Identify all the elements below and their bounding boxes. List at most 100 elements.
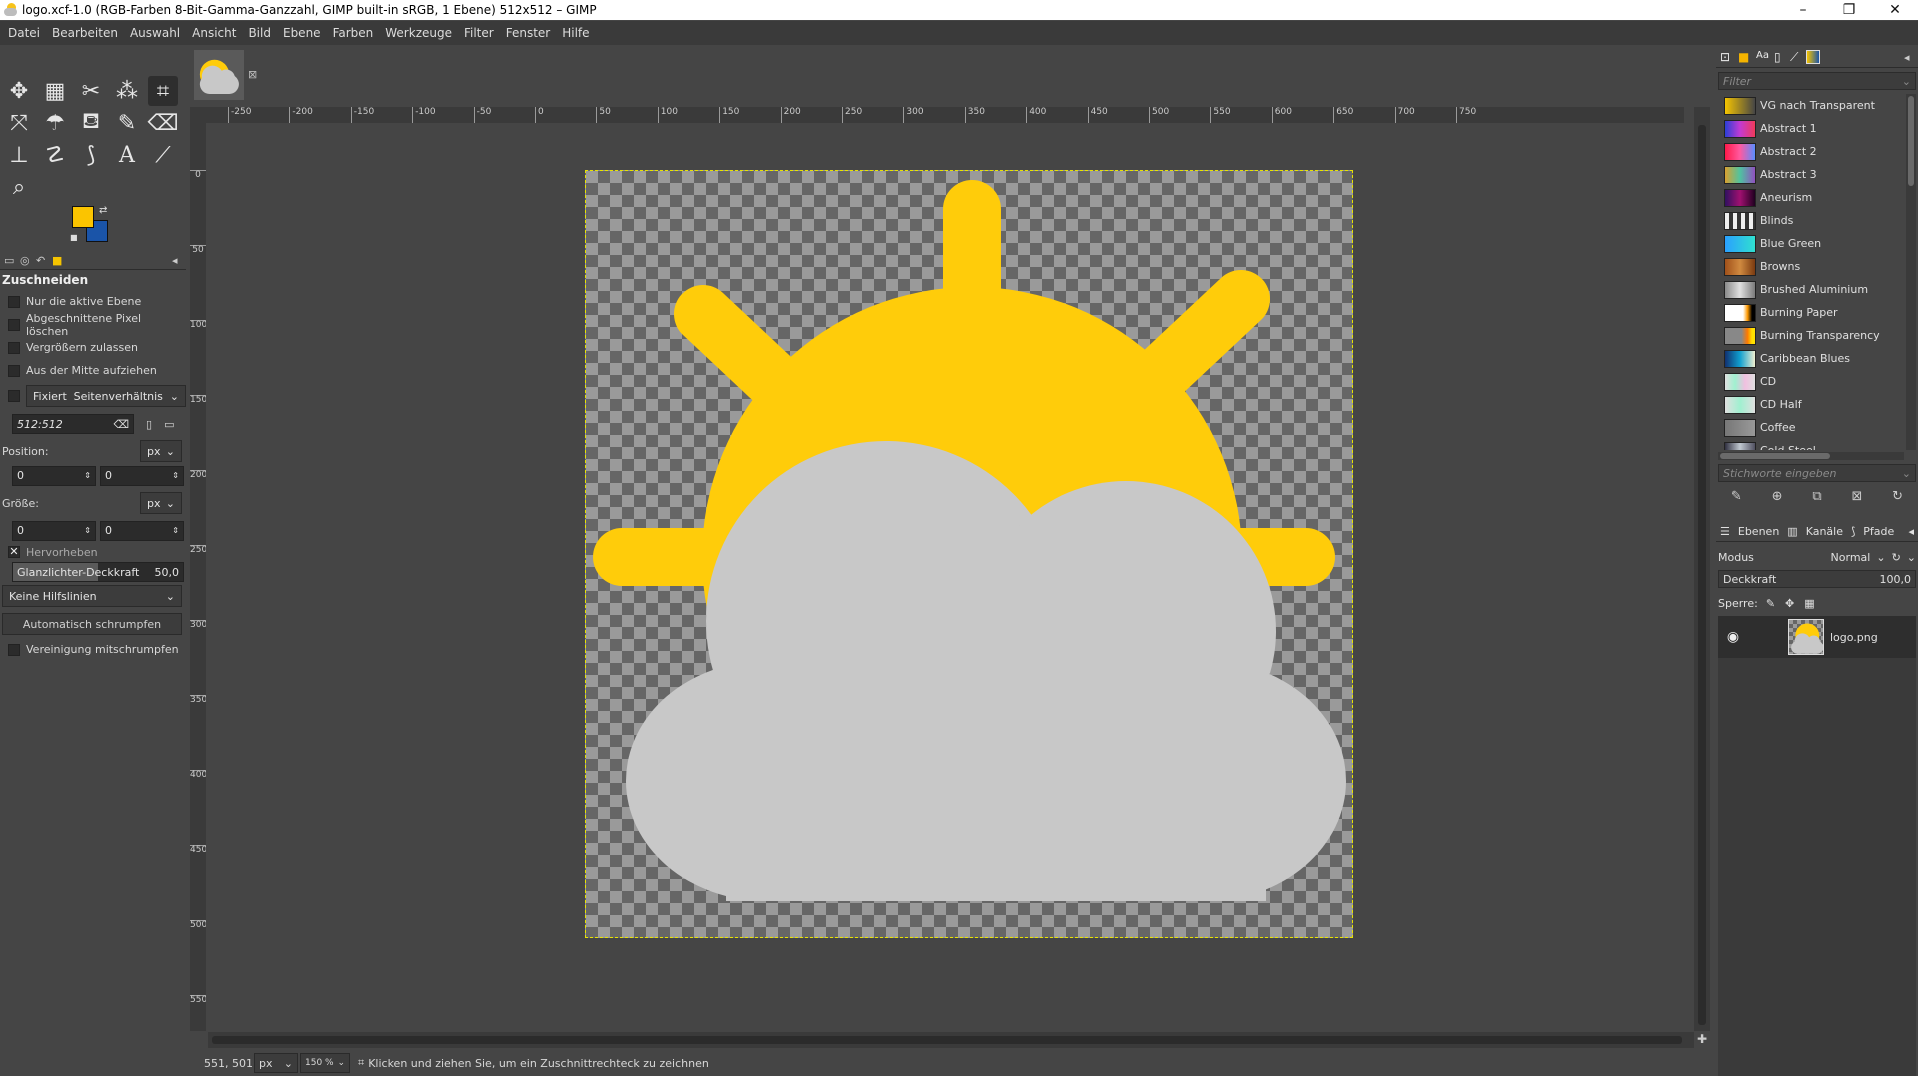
auto-shrink-button[interactable]: Automatisch schrumpfen [2, 613, 182, 635]
close-button[interactable]: ✕ [1872, 0, 1918, 20]
highlight-opacity-slider[interactable]: Glanzlichter-Deckkraft 50,0 [12, 562, 184, 582]
maximize-button[interactable]: ❐ [1826, 0, 1872, 20]
tab-layers[interactable]: Ebenen [1734, 525, 1783, 538]
only-active-layer-checkbox[interactable] [8, 295, 20, 308]
reset-mode-icon[interactable]: ↻ [1892, 551, 1901, 564]
fuzzy-select-tool-icon[interactable]: ⁂ [112, 76, 142, 106]
fixed-checkbox[interactable] [8, 390, 20, 402]
horizontal-ruler[interactable]: -250 -200 -150 -100 -50 0 50 100 150 200 250 300 350… [208, 107, 1684, 123]
menu-farben[interactable]: Farben [327, 26, 380, 40]
menu-ansicht[interactable]: Ansicht [186, 26, 242, 40]
gradient-item[interactable]: VG nach Transparent [1718, 94, 1904, 117]
spin-arrows-icon[interactable]: ⇕ [84, 526, 91, 535]
size-unit-dropdown[interactable]: px ⌄ [140, 492, 182, 514]
unified-transform-tool-icon[interactable]: ⤧ [4, 108, 34, 138]
gradient-tags-input[interactable]: Stichworte eingeben ⌄ [1718, 464, 1916, 482]
vertical-ruler[interactable]: 050100150200250300350400450500550600 [190, 123, 206, 1031]
undo-history-tab-icon[interactable]: ↶ [36, 254, 50, 267]
gradient-item[interactable]: Abstract 2 [1718, 140, 1904, 163]
color-picker-tool-icon[interactable]: ⟋ [148, 140, 178, 170]
gradient-item[interactable]: Burning Transparency [1718, 324, 1904, 347]
brushes-tab-icon[interactable]: ⊡ [1720, 50, 1730, 64]
panel-menu-icon[interactable]: ◂ [172, 254, 186, 267]
tab-channels[interactable]: Kanäle [1802, 525, 1847, 538]
bucket-fill-tool-icon[interactable]: ⛾ [76, 108, 106, 138]
device-status-tab-icon[interactable]: ◎ [20, 254, 34, 267]
delete-cropped-checkbox[interactable] [8, 318, 20, 331]
position-unit-dropdown[interactable]: px ⌄ [140, 440, 182, 462]
guides-dropdown[interactable]: Keine Hilfslinien ⌄ [2, 585, 182, 607]
gradient-item[interactable]: Cold Steel [1718, 439, 1904, 450]
chevron-down-icon[interactable]: ⌄ [1907, 551, 1916, 564]
lock-alpha-icon[interactable]: ▦ [1804, 597, 1814, 610]
spin-arrows-icon[interactable]: ⇕ [84, 471, 91, 480]
eraser-tool-icon[interactable]: ⌫ [147, 108, 178, 138]
size-h-input[interactable]: 0 ⇕ [100, 520, 184, 541]
foreground-color-swatch[interactable] [72, 206, 94, 228]
canvas-area[interactable] [208, 123, 1684, 1031]
documents-tab-icon[interactable]: ▯ [1774, 50, 1781, 64]
tab-paths[interactable]: Pfade [1859, 525, 1898, 538]
layer-opacity-slider[interactable]: Deckkraft 100,0 [1718, 570, 1916, 588]
gradient-list-scrollbar[interactable] [1906, 94, 1916, 450]
menu-auswahl[interactable]: Auswahl [124, 26, 186, 40]
gradient-list-hscrollbar[interactable] [1718, 452, 1904, 460]
chevron-down-icon[interactable]: ⌄ [1876, 551, 1885, 564]
menu-ebene[interactable]: Ebene [277, 26, 327, 40]
vertical-scrollbar[interactable] [1694, 107, 1710, 1031]
portrait-icon[interactable]: ▯ [146, 418, 152, 431]
horizontal-scrollbar[interactable] [208, 1032, 1694, 1048]
menu-hilfe[interactable]: Hilfe [556, 26, 595, 40]
menu-bearbeiten[interactable]: Bearbeiten [46, 26, 124, 40]
move-tool-icon[interactable]: ✥ [4, 76, 34, 106]
position-x-input[interactable]: 0 ⇕ [12, 465, 96, 486]
images-tab-icon[interactable]: ■ [52, 254, 66, 267]
unit-dropdown[interactable]: px ⌄ [254, 1053, 298, 1073]
swap-colors-icon[interactable]: ⇄ [99, 205, 107, 216]
close-image-tab-icon[interactable]: ⊠ [248, 68, 257, 81]
edit-gradient-icon[interactable]: ✎ [1731, 489, 1742, 504]
crop-tool-icon[interactable]: ⌗ [148, 76, 178, 106]
allow-growing-checkbox[interactable] [8, 341, 20, 354]
smudge-tool-icon[interactable]: ☡ [40, 140, 70, 170]
minimize-button[interactable]: – [1780, 0, 1826, 20]
highlight-checkbox[interactable]: ✕ [8, 546, 20, 558]
clear-icon[interactable]: ⌫ [113, 418, 129, 431]
refresh-gradients-icon[interactable]: ↻ [1892, 489, 1903, 504]
tool-options-tab-icon[interactable]: ▭ [4, 254, 18, 267]
image-canvas[interactable] [585, 170, 1353, 938]
navigate-icon[interactable]: ✚ [1694, 1032, 1710, 1048]
dynamics-tab-icon[interactable]: ⟋ [1790, 50, 1798, 65]
menu-bild[interactable]: Bild [242, 26, 277, 40]
lock-pixels-icon[interactable]: ✎ [1766, 597, 1775, 610]
gradient-item[interactable]: CD [1718, 370, 1904, 393]
paintbrush-tool-icon[interactable]: ✎ [112, 108, 142, 138]
expand-center-checkbox[interactable] [8, 364, 20, 377]
layer-name[interactable]: logo.png [1830, 631, 1878, 644]
reset-colors-icon[interactable]: ■ [70, 233, 78, 242]
scissors-select-tool-icon[interactable]: ✂ [76, 76, 106, 106]
position-y-input[interactable]: 0 ⇕ [100, 465, 184, 486]
rect-select-tool-icon[interactable]: ▦ [40, 76, 70, 106]
visibility-eye-icon[interactable]: ◉ [1718, 629, 1748, 645]
layer-row[interactable]: ◉ logo.png [1718, 616, 1916, 658]
image-thumbnail[interactable] [194, 50, 244, 100]
ratio-input[interactable]: 512:512 ⌫ [12, 414, 134, 434]
lock-position-icon[interactable]: ✥ [1785, 597, 1794, 610]
gradient-item[interactable]: Burning Paper [1718, 301, 1904, 324]
spin-arrows-icon[interactable]: ⇕ [172, 471, 179, 480]
paths-tool-icon[interactable]: ⟆ [76, 140, 106, 170]
gradient-item[interactable]: CD Half [1718, 393, 1904, 416]
new-gradient-icon[interactable]: ⊕ [1772, 489, 1783, 504]
gradient-item[interactable]: Abstract 1 [1718, 117, 1904, 140]
fonts-tab-icon[interactable]: Aa [1756, 50, 1769, 61]
panel-menu-icon[interactable]: ◂ [1904, 525, 1918, 538]
layers-tab-icon[interactable]: ☰ [1716, 525, 1734, 538]
zoom-dropdown[interactable]: 150 % ⌄ [300, 1053, 350, 1073]
fixed-mode-dropdown[interactable]: Fixiert Seitenverhältnis ⌄ [26, 385, 186, 407]
menu-datei[interactable]: Datei [2, 26, 46, 40]
gradient-item[interactable]: Browns [1718, 255, 1904, 278]
shrink-merged-checkbox[interactable] [8, 643, 20, 656]
clone-tool-icon[interactable]: ⊥ [4, 140, 34, 170]
warp-transform-tool-icon[interactable]: ☂ [40, 108, 70, 138]
